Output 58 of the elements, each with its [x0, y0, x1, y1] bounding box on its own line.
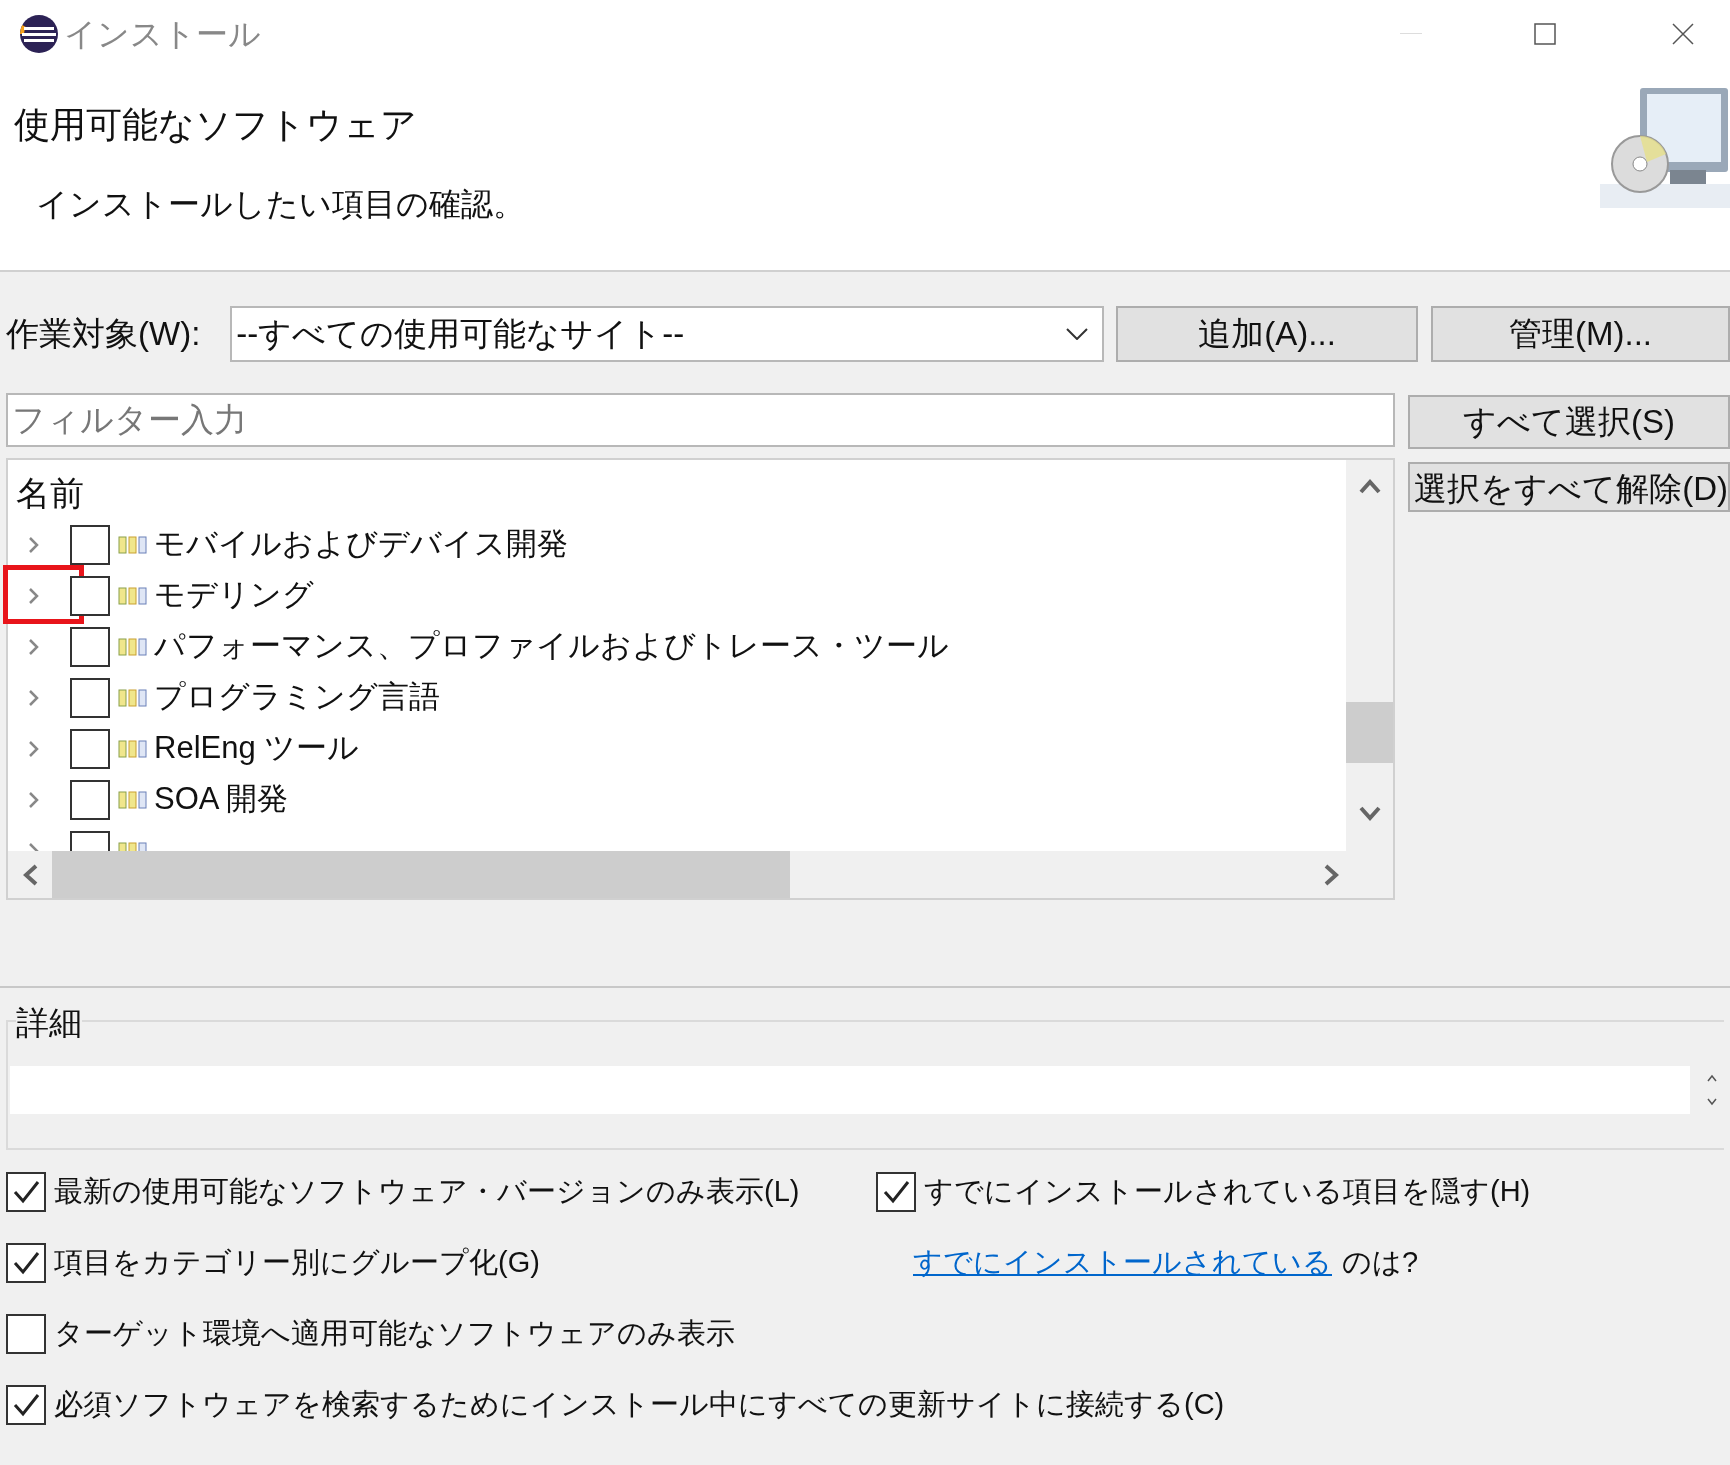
category-icon: [118, 535, 148, 554]
expand-chevron-icon[interactable]: [28, 637, 40, 656]
expand-chevron-icon[interactable]: [28, 535, 40, 554]
checkbox[interactable]: [70, 524, 110, 565]
close-icon[interactable]: [1672, 23, 1694, 45]
app-logo-icon: [18, 13, 60, 55]
site-dropdown[interactable]: --すべての使用可能なサイト--: [230, 306, 1105, 362]
checkbox[interactable]: [6, 1171, 46, 1212]
scroll-down-icon[interactable]: [1358, 806, 1381, 822]
vertical-scrollbar-thumb[interactable]: [1346, 702, 1394, 763]
checkbox[interactable]: [70, 575, 110, 616]
tree-item-label[interactable]: プログラミング言語: [154, 674, 440, 721]
category-icon: [118, 790, 148, 809]
installed-items-link[interactable]: すでにインストールされている: [913, 1240, 1332, 1285]
tree-item-label[interactable]: パフォーマンス、プロファイルおよびトレース・ツール: [154, 623, 949, 670]
category-icon: [118, 688, 148, 707]
page-description: インストールしたい項目の確認。: [36, 185, 525, 224]
column-header[interactable]: 名前: [16, 468, 1347, 519]
horizontal-scrollbar-thumb[interactable]: [52, 851, 790, 898]
tree-item-label[interactable]: モバイルおよびデバイス開発: [154, 521, 568, 568]
scroll-right-icon[interactable]: [1324, 863, 1340, 886]
expand-chevron-icon[interactable]: [28, 688, 40, 707]
option-label[interactable]: ターゲット環境へ適用可能なソフトウェアのみ表示: [54, 1311, 735, 1356]
window-title: インストール: [64, 15, 261, 54]
checkbox[interactable]: [70, 779, 110, 820]
category-icon: [118, 739, 148, 758]
select-all-button[interactable]: すべて選択(S): [1408, 395, 1730, 449]
tree-item-label[interactable]: SOA 開発: [154, 776, 289, 823]
checkbox[interactable]: [6, 1384, 46, 1425]
checkbox[interactable]: [70, 728, 110, 769]
maximize-icon[interactable]: [1534, 23, 1556, 45]
option-label[interactable]: 必須ソフトウェアを検索するためにインストール中にすべての更新サイトに接続する(C): [54, 1382, 1225, 1427]
checkbox[interactable]: [70, 677, 110, 718]
expand-chevron-icon[interactable]: [28, 790, 40, 809]
deselect-all-button[interactable]: 選択をすべて解除(D): [1408, 462, 1730, 512]
checkbox[interactable]: [6, 1242, 46, 1283]
filter-field[interactable]: フィルター入力: [6, 393, 1396, 447]
tree-item-label[interactable]: モデリング: [154, 572, 314, 619]
expand-chevron-icon[interactable]: [28, 739, 40, 758]
manage-button[interactable]: 管理(M)...: [1431, 306, 1730, 362]
checkbox[interactable]: [70, 626, 110, 667]
dropdown-chevron-icon: [1066, 328, 1089, 340]
category-icon: [118, 637, 148, 656]
option-label[interactable]: 項目をカテゴリー別にグループ化(G): [54, 1240, 540, 1285]
tree-item-label[interactable]: RelEng ツール: [154, 725, 360, 772]
page-heading: 使用可能なソフトウェア: [14, 103, 418, 147]
expand-chevron-icon[interactable]: [28, 586, 40, 605]
option-label[interactable]: 最新の使用可能なソフトウェア・バージョンのみ表示(L): [54, 1169, 800, 1214]
category-icon: [118, 586, 148, 605]
checkbox[interactable]: [876, 1171, 916, 1212]
work-with-label: 作業対象(W):: [6, 314, 202, 355]
checkbox[interactable]: [6, 1313, 46, 1354]
scroll-up-icon[interactable]: [1358, 478, 1381, 494]
spinner-arrows-icon[interactable]: [1706, 1072, 1718, 1108]
scroll-left-icon[interactable]: [22, 863, 38, 886]
link-suffix-text: のは?: [1342, 1244, 1419, 1280]
option-label[interactable]: すでにインストールされている項目を隠す(H): [924, 1169, 1531, 1214]
add-button[interactable]: 追加(A)...: [1116, 306, 1419, 362]
